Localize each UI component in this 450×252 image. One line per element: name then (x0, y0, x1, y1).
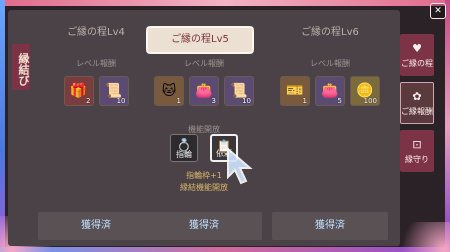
frame-right (445, 0, 450, 252)
item-qty: 1 (176, 97, 181, 105)
level-reward-label: レベル報酬 (76, 59, 116, 68)
level-column-lv6: ご縁の程Lv6 レベル報酬 🎫 1 👛 5 🪙 100 獲得済 (268, 24, 392, 252)
item-qty: 5 (337, 97, 342, 105)
charm-icon: ⊡ (412, 137, 422, 151)
scroll-icon[interactable]: 📜 10 (224, 76, 254, 106)
ring-feature-icon[interactable]: 💍 指輪 (170, 134, 198, 162)
claimed-button[interactable]: 獲得済 (272, 212, 388, 240)
ticket-icon[interactable]: 🎫 1 (280, 76, 310, 106)
gift-icon: ✿ (412, 89, 422, 103)
heart-icon: ♥ (412, 41, 422, 55)
pouch-icon[interactable]: 👛 5 (315, 76, 345, 106)
item-qty: 10 (116, 97, 126, 105)
close-icon[interactable]: ✕ (430, 3, 446, 19)
category-badge: 縁結び (12, 44, 30, 90)
scroll-icon[interactable]: 📜 10 (98, 76, 129, 106)
item-qty: 10 (242, 97, 251, 105)
claimed-button[interactable]: 獲得済 (38, 212, 154, 240)
menu-item-charm[interactable]: ⊡ 縁守り (400, 130, 434, 172)
frame-left (0, 0, 5, 252)
gift-icon[interactable]: 🎁 2 (63, 76, 94, 106)
coin-icon[interactable]: 🪙 100 (350, 76, 380, 106)
level-reward-label: レベル報酬 (184, 59, 224, 68)
reward-items: 🐱 1 👛 3 📜 10 (142, 76, 266, 106)
claimed-button[interactable]: 獲得済 (146, 212, 262, 240)
menu-item-bond-reward[interactable]: ✿ ご縁報酬 (400, 82, 434, 124)
item-qty: 1 (302, 97, 307, 105)
reward-items: 🎁 2 📜 10 (34, 76, 158, 106)
level-reward-label: レベル報酬 (310, 59, 350, 68)
reward-items: 🎫 1 👛 5 🪙 100 (268, 76, 392, 106)
level-title: ご縁の程Lv4 (67, 27, 125, 38)
mascot-icon[interactable]: 🐱 1 (154, 76, 184, 106)
item-qty: 3 (211, 97, 216, 105)
frame-top (0, 0, 450, 6)
pouch-icon[interactable]: 👛 3 (189, 76, 219, 106)
item-qty: 100 (363, 97, 377, 105)
level-title-active[interactable]: ご縁の程Lv5 (148, 28, 252, 52)
reward-panel: 縁結び ご縁の程Lv4 レベル報酬 🎁 2 📜 10 獲得済 ご縁の程Lv5 レ… (8, 10, 400, 246)
menu-item-bond-level[interactable]: ♥ ご縁の程 (400, 34, 434, 76)
side-menu: ♥ ご縁の程 ✿ ご縁報酬 ⊡ 縁守り (400, 34, 438, 172)
pointer-cursor-icon (227, 146, 253, 185)
item-qty: 2 (86, 97, 91, 105)
level-column-lv5: ご縁の程Lv5 レベル報酬 🐱 1 👛 3 📜 10 機能開放 💍 指輪 � (142, 24, 266, 252)
level-title: ご縁の程Lv6 (301, 27, 359, 38)
level-column-lv4: ご縁の程Lv4 レベル報酬 🎁 2 📜 10 獲得済 (34, 24, 158, 252)
